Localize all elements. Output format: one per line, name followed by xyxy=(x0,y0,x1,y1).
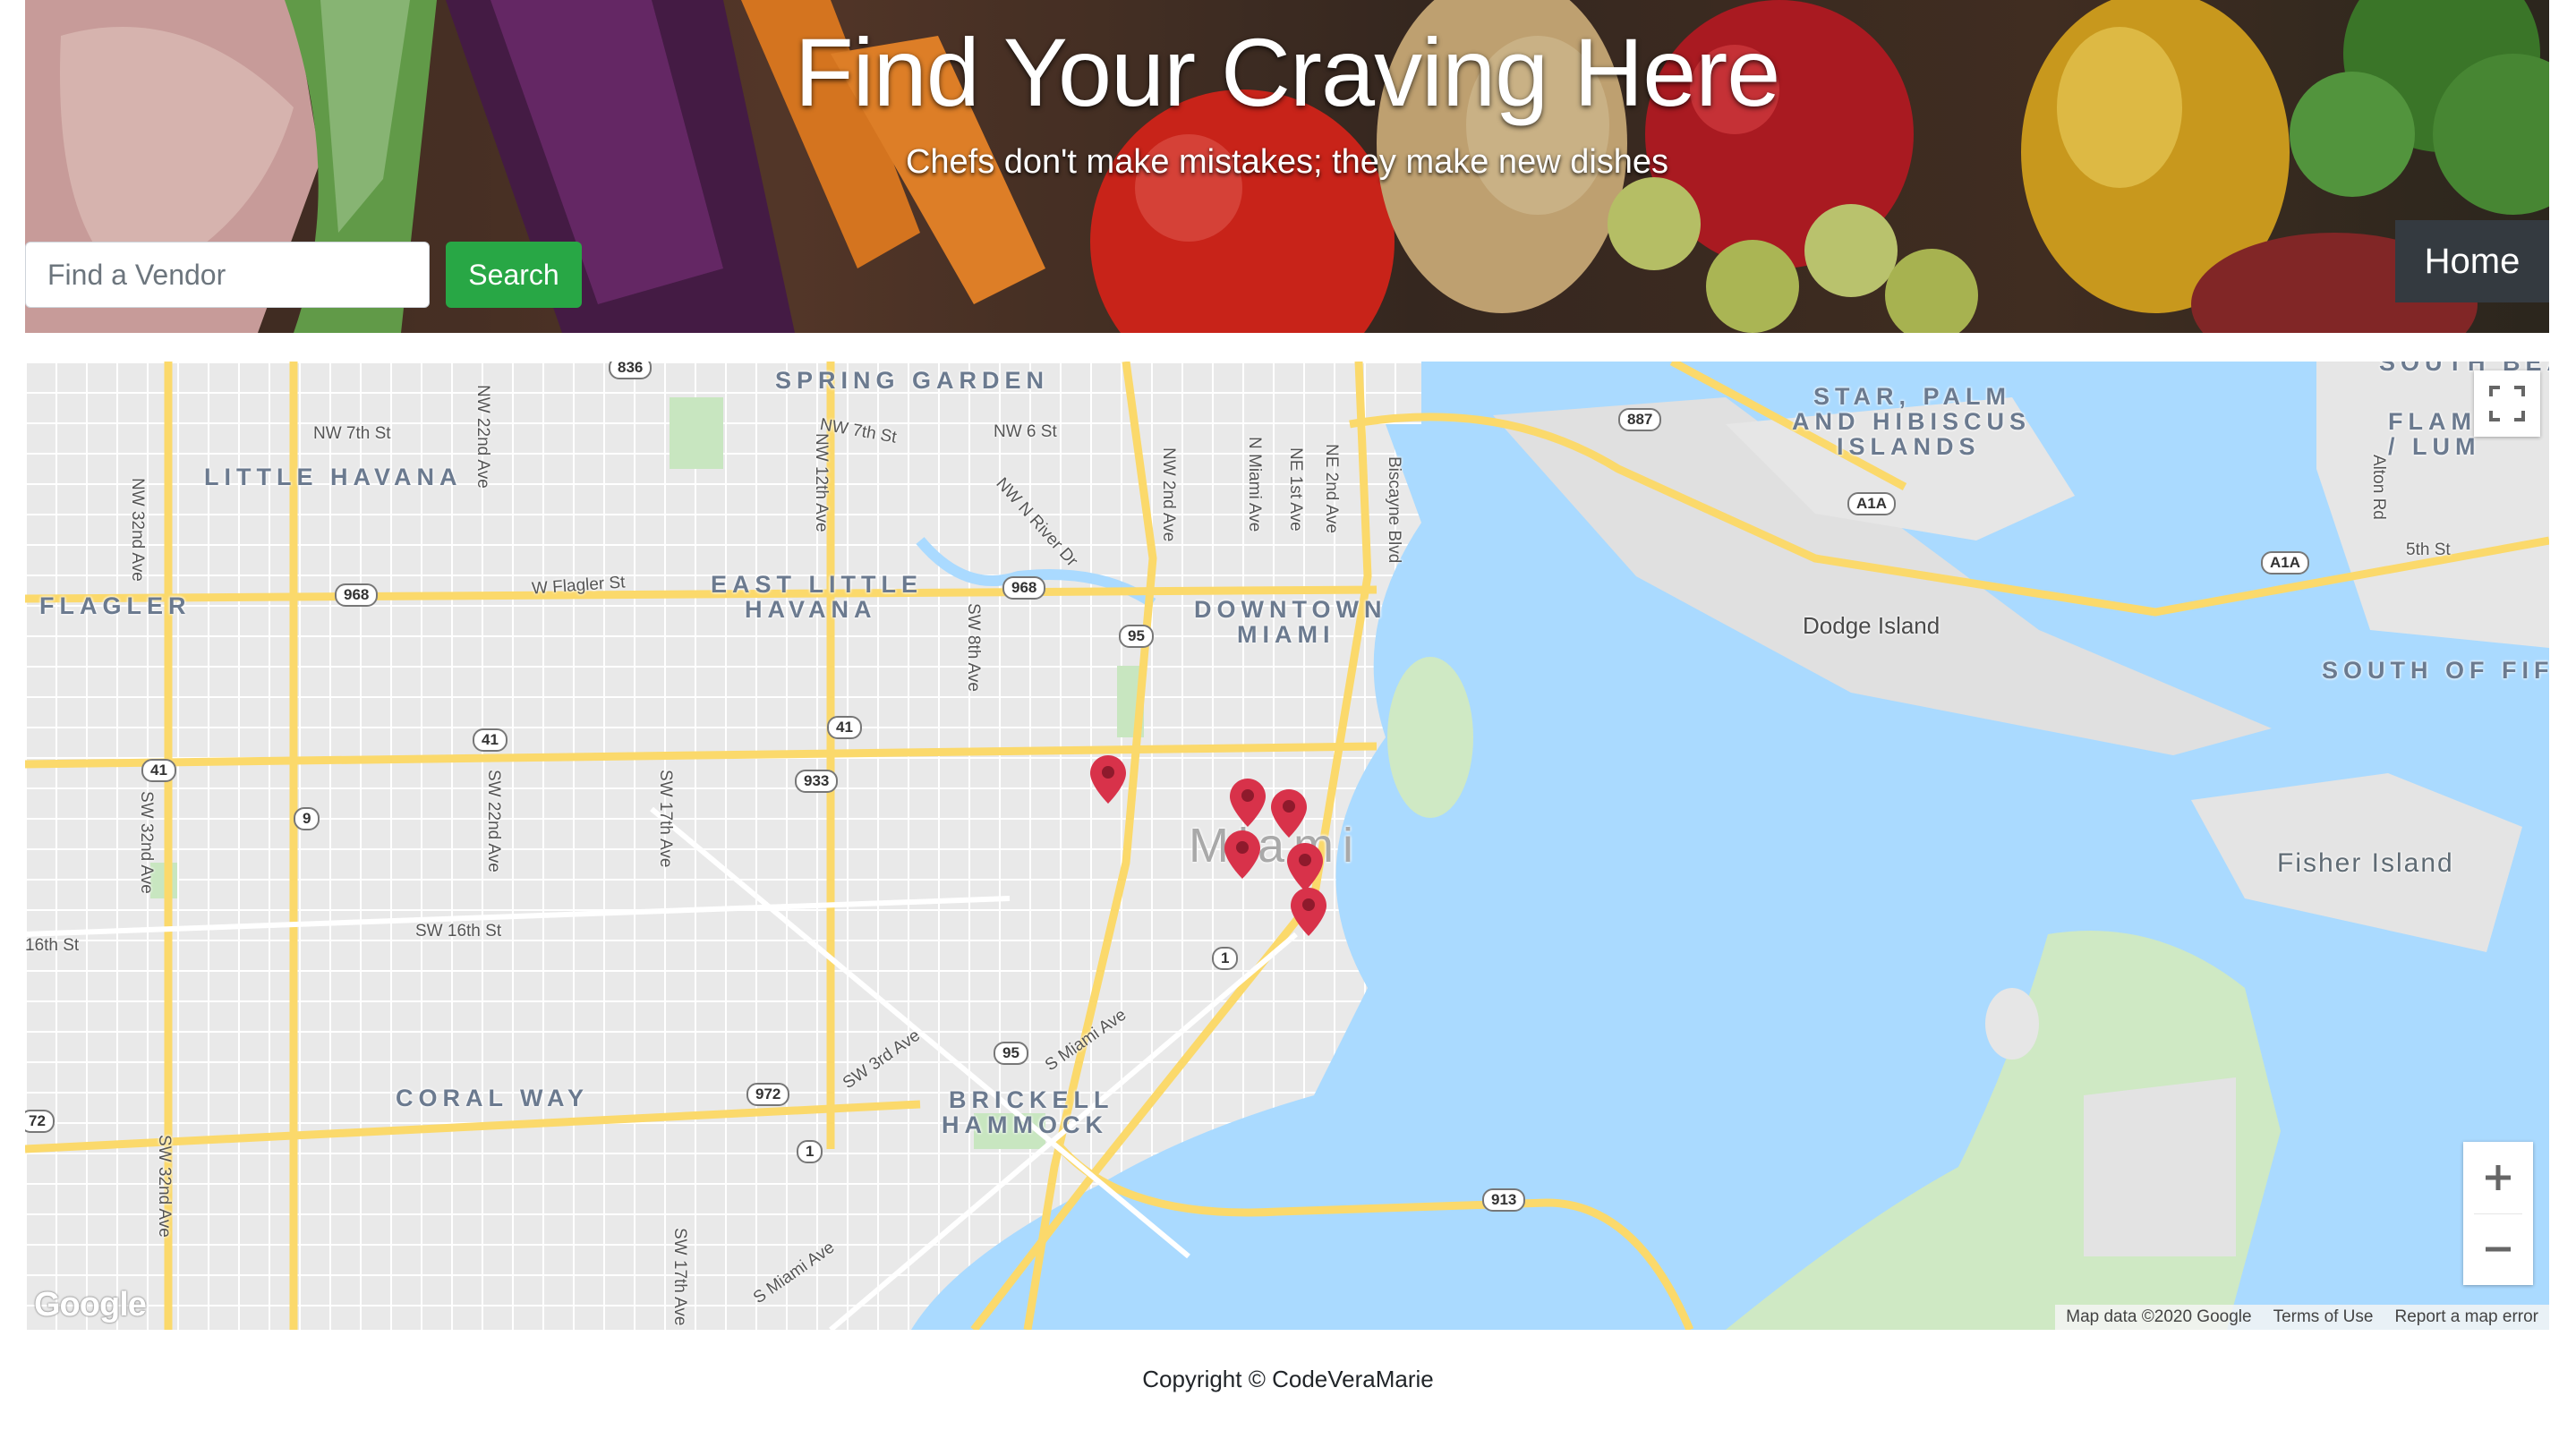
vendor-map[interactable]: SPRING GARDEN LITTLE HAVANA FLAGLER EAST… xyxy=(25,362,2549,1330)
shield-968-a: 968 xyxy=(335,583,379,607)
label-spring-garden: SPRING GARDEN xyxy=(775,367,1050,394)
map-marker-icon[interactable] xyxy=(1230,779,1266,827)
shield-a1a-2: A1A xyxy=(2261,551,2310,575)
street-sw-22nd: SW 22nd Ave xyxy=(484,770,503,872)
street-biscayne: Biscayne Blvd xyxy=(1385,456,1403,564)
search-button[interactable]: Search xyxy=(446,242,582,308)
label-south-of-fifth: SOUTH OF FIFT xyxy=(2322,657,2549,684)
shield-836: 836 xyxy=(609,362,653,379)
street-sw-32nd: SW 32nd Ave xyxy=(137,791,156,894)
map-attribution: Map data ©2020 Google Terms of Use Repor… xyxy=(2055,1305,2549,1330)
zoom-control xyxy=(2463,1142,2533,1285)
map-marker-icon[interactable] xyxy=(1291,888,1326,936)
street-sw-8th: SW 8th Ave xyxy=(964,603,983,692)
label-coral-way: CORAL WAY xyxy=(396,1085,590,1111)
label-flamingo-line1: FLAM xyxy=(2388,408,2477,435)
fullscreen-icon xyxy=(2489,386,2525,421)
hero-title: Find Your Craving Here xyxy=(794,18,1781,126)
street-n-miami: N Miami Ave xyxy=(1245,437,1264,532)
footer-copyright: Copyright © CodeVeraMarie xyxy=(1142,1366,1434,1392)
street-sw-17th-b: SW 17th Ave xyxy=(670,1228,689,1326)
shield-9: 9 xyxy=(294,807,320,830)
map-marker-icon[interactable] xyxy=(1287,843,1323,891)
shield-887: 887 xyxy=(1618,408,1662,431)
label-little-havana: LITTLE HAVANA xyxy=(204,464,463,490)
shield-a1a-1: A1A xyxy=(1847,492,1897,515)
street-nw-22nd: NW 22nd Ave xyxy=(473,385,492,489)
minus-icon xyxy=(2486,1247,2511,1252)
label-east-little-havana-line1: EAST LITTLE xyxy=(711,571,923,598)
home-button[interactable]: Home xyxy=(2395,220,2549,302)
zoom-out-button[interactable] xyxy=(2463,1213,2533,1285)
shield-us41-b: 41 xyxy=(473,728,508,752)
shield-i95-b: 95 xyxy=(994,1042,1028,1065)
shield-72: 72 xyxy=(25,1110,55,1133)
label-fisher-island: Fisher Island xyxy=(2277,848,2454,878)
street-nw-6th: NW 6 St xyxy=(994,422,1057,441)
street-sw-17th: SW 17th Ave xyxy=(656,770,675,868)
label-flagler: FLAGLER xyxy=(39,592,192,619)
shield-us1-b: 1 xyxy=(797,1140,823,1163)
street-ne-2nd: NE 2nd Ave xyxy=(1322,444,1341,534)
street-alton: Alton Rd xyxy=(2369,455,2388,520)
street-nw-7th: NW 7th St xyxy=(313,424,391,443)
shield-972: 972 xyxy=(746,1083,790,1106)
street-nw-12th: NW 12th Ave xyxy=(812,433,831,532)
terms-of-use-link[interactable]: Terms of Use xyxy=(2263,1305,2384,1330)
street-sw-32nd-b: SW 32nd Ave xyxy=(155,1135,174,1238)
street-16th: 16th St xyxy=(25,936,80,955)
google-logo[interactable]: Google xyxy=(34,1286,147,1324)
map-data-text: Map data ©2020 Google xyxy=(2066,1307,2252,1326)
hero-banner: Find Your Craving Here Chefs don't make … xyxy=(25,0,2549,333)
shield-913: 913 xyxy=(1482,1188,1526,1212)
fullscreen-button[interactable] xyxy=(2474,370,2540,437)
shield-i95-a: 95 xyxy=(1119,625,1154,648)
vendor-search-input[interactable] xyxy=(25,242,430,308)
label-star-palm-line1: STAR, PALM xyxy=(1813,383,2011,410)
label-flamingo-line2: / LUM xyxy=(2388,433,2481,460)
label-downtown-line2: MIAMI xyxy=(1237,621,1335,648)
street-nw-32nd: NW 32nd Ave xyxy=(128,478,147,582)
hero-subtitle: Chefs don't make mistakes; they make new… xyxy=(905,143,1669,181)
label-brickell-line2: HAMMOCK xyxy=(942,1111,1108,1138)
street-nw-2nd: NW 2nd Ave xyxy=(1159,447,1178,542)
map-marker-icon[interactable] xyxy=(1090,755,1126,804)
shield-933: 933 xyxy=(795,770,839,793)
street-ne-1st: NE 1st Ave xyxy=(1286,447,1305,532)
report-map-error-link[interactable]: Report a map error xyxy=(2384,1305,2549,1330)
label-brickell-line1: BRICKELL xyxy=(949,1086,1114,1113)
shield-968-b: 968 xyxy=(1002,576,1046,600)
map-marker-icon[interactable] xyxy=(1224,830,1260,879)
shield-us1-a: 1 xyxy=(1212,947,1239,970)
street-sw-16th: SW 16th St xyxy=(415,922,502,941)
label-star-palm-line2: AND HIBISCUS xyxy=(1792,408,2032,435)
shield-us41-c: 41 xyxy=(141,759,176,782)
shield-us41-a: 41 xyxy=(827,716,862,739)
street-5th: 5th St xyxy=(2406,541,2451,559)
zoom-in-button[interactable] xyxy=(2463,1142,2533,1213)
label-downtown-line1: DOWNTOWN xyxy=(1194,596,1387,623)
plus-icon xyxy=(2486,1165,2511,1190)
label-east-little-havana-line2: HAVANA xyxy=(745,596,877,623)
label-star-palm-line3: ISLANDS xyxy=(1837,433,1981,460)
map-marker-icon[interactable] xyxy=(1271,789,1307,838)
label-dodge-island: Dodge Island xyxy=(1803,612,1941,639)
